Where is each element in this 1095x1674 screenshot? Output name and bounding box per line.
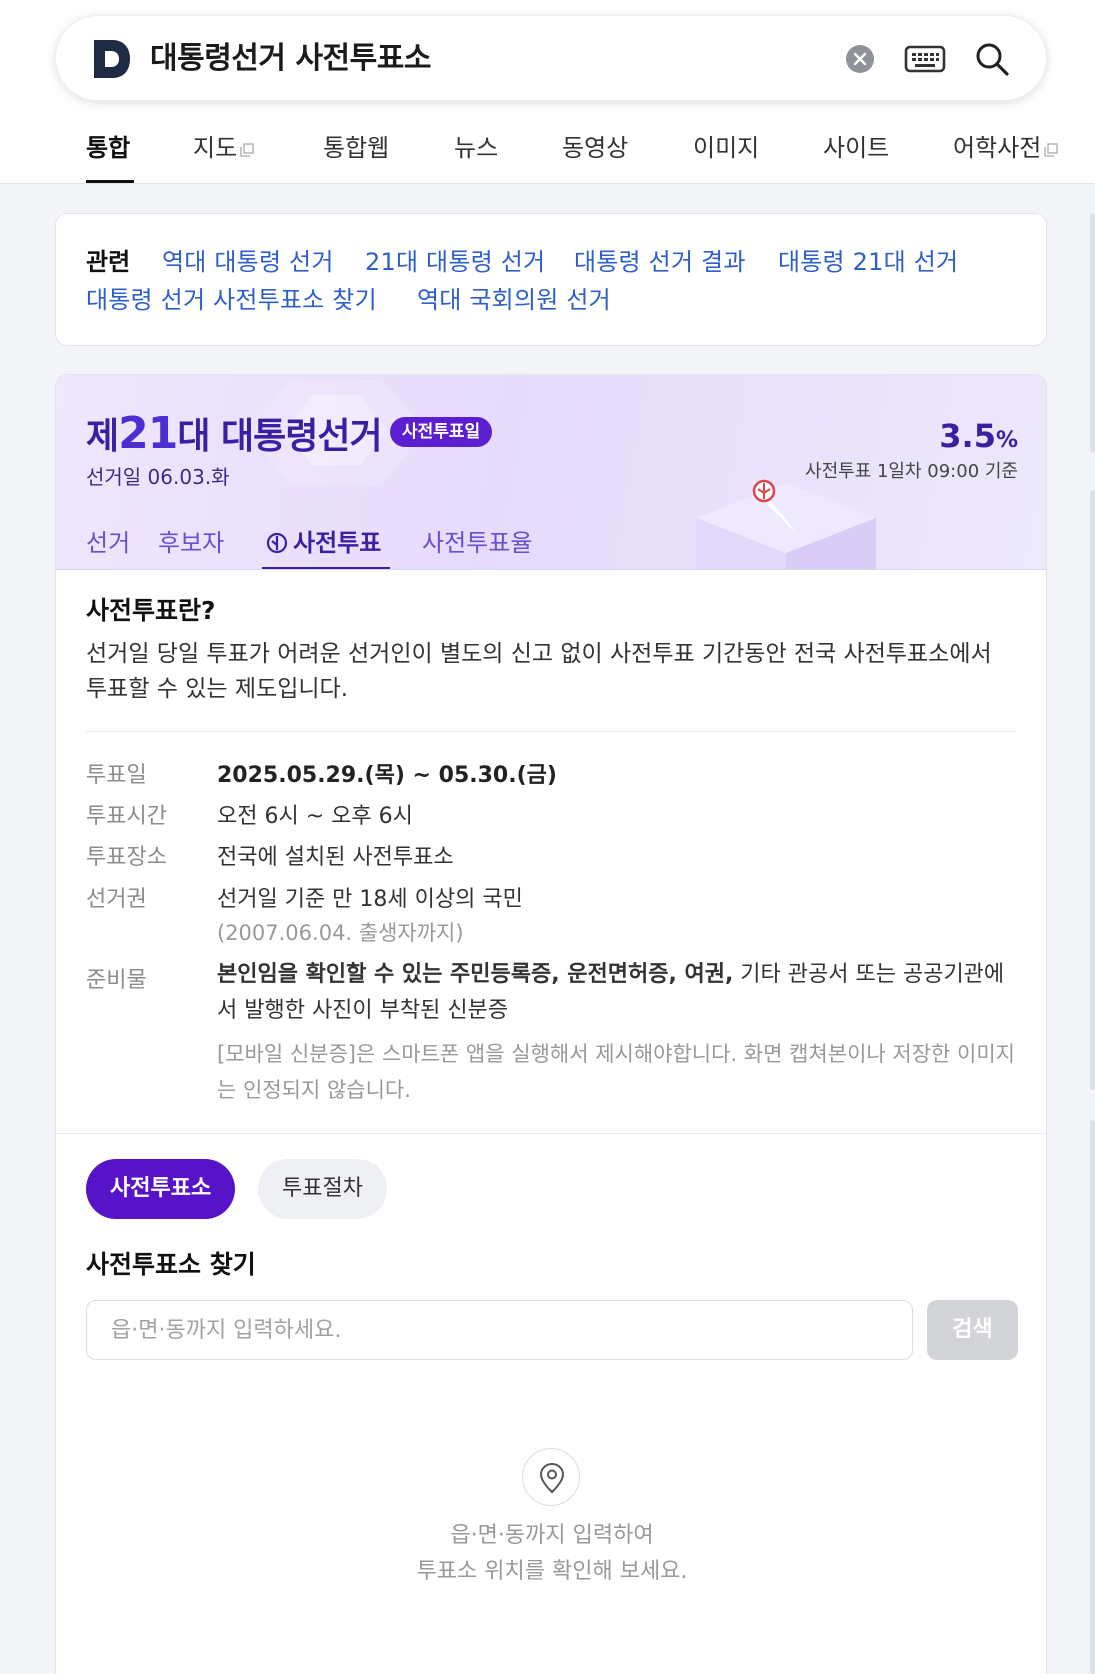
- divider: [86, 731, 1016, 732]
- about-description: 선거일 당일 투표가 어려운 선거인이 별도의 신고 없이 사전투표 기간동안 …: [86, 641, 992, 702]
- related-link[interactable]: 21대 대통령 선거: [365, 242, 545, 277]
- side-card-edge: [1090, 1120, 1095, 1674]
- election-card: 제21대 대통령선거 사전투표일 선거일 06.03.화 3.5% 사전투표 1…: [55, 374, 1047, 1674]
- tab-label: 어학사전: [953, 134, 1042, 162]
- subtab-label: 후보자: [158, 529, 225, 557]
- voting-right-sub: (2007.06.04. 출생자까지): [217, 921, 464, 945]
- related-link[interactable]: 대통령 선거 결과: [574, 242, 746, 277]
- preparation-label: 준비물: [86, 968, 147, 993]
- early-voting-badge: 사전투표일: [390, 417, 493, 447]
- related-link[interactable]: 역대 대통령 선거: [162, 242, 334, 277]
- mobile-id-note: [모바일 신분증]은 스마트폰 앱을 실행해서 제시해야합니다. 화면 캡쳐본이…: [217, 1042, 1015, 1102]
- tab-map[interactable]: 지도: [193, 128, 254, 163]
- election-banner: 제21대 대통령선거 사전투표일 선거일 06.03.화 3.5% 사전투표 1…: [56, 375, 1046, 570]
- daum-logo-icon[interactable]: [92, 38, 132, 80]
- active-tab-indicator: [86, 180, 134, 183]
- election-title: 제21대 대통령선거: [86, 407, 383, 459]
- subtab-election[interactable]: 선거: [86, 523, 130, 558]
- tab-label: 통합웹: [323, 134, 390, 162]
- vote-stamp-icon: [266, 532, 288, 554]
- title-prefix: 제: [86, 416, 119, 457]
- keyboard-icon[interactable]: [904, 44, 946, 74]
- tab-news[interactable]: 뉴스: [454, 128, 498, 163]
- external-link-icon: [1044, 143, 1058, 157]
- vote-place-value: 전국에 설치된 사전투표소: [217, 845, 454, 870]
- title-number: 21: [118, 408, 178, 459]
- voting-right-value: 선거일 기준 만 18세 이상의 국민: [217, 887, 523, 912]
- related-link[interactable]: 역대 국회의원 선거: [417, 280, 611, 315]
- about-heading: 사전투표란?: [86, 596, 216, 625]
- ballot-box-illustration: [696, 478, 876, 569]
- empty-message-line2: 투표소 위치를 확인해 보세요.: [416, 1559, 688, 1584]
- tab-label: 사이트: [823, 134, 890, 162]
- search-bar[interactable]: 대통령선거 사전투표소: [55, 15, 1047, 101]
- search-icon[interactable]: [973, 40, 1011, 78]
- vote-date-label: 투표일: [86, 763, 147, 788]
- header: 대통령선거 사전투표소 통합 지도 통합웹 뉴스 동영상 이미지 사이트 어학사…: [0, 0, 1095, 184]
- tab-video[interactable]: 동영상: [562, 128, 628, 163]
- related-title: 관련: [86, 248, 131, 276]
- turnout-value: 3.5: [939, 417, 996, 455]
- side-card-edge: [1090, 490, 1095, 1090]
- finder-heading: 사전투표소 찾기: [86, 1250, 256, 1279]
- pill-voting-procedure[interactable]: 투표절차: [258, 1159, 387, 1219]
- clear-icon[interactable]: [846, 45, 874, 73]
- location-search-input[interactable]: [86, 1300, 913, 1360]
- subtab-early-voting[interactable]: 사전투표: [266, 523, 381, 558]
- turnout-unit: %: [995, 428, 1018, 453]
- turnout-note: 사전투표 1일차 09:00 기준: [805, 461, 1018, 482]
- empty-message-line1: 읍·면·동까지 입력하여: [450, 1523, 654, 1548]
- tab-image[interactable]: 이미지: [693, 128, 759, 163]
- title-suffix: 대 대통령선거: [177, 416, 382, 457]
- location-pin-icon: [522, 1448, 580, 1506]
- related-link[interactable]: 대통령 선거 사전투표소 찾기: [86, 280, 377, 315]
- subtab-label: 사전투표: [293, 529, 382, 557]
- election-date: 선거일 06.03.화: [86, 465, 230, 489]
- tab-web[interactable]: 통합웹: [323, 128, 389, 163]
- tab-label: 뉴스: [454, 134, 499, 162]
- related-searches: 관련 역대 대통령 선거 21대 대통령 선거 대통령 선거 결과 대통령 21…: [55, 213, 1047, 346]
- tab-label: 통합: [86, 134, 131, 162]
- vote-place-label: 투표장소: [86, 845, 167, 870]
- vote-time-value: 오전 6시 ~ 오후 6시: [217, 804, 413, 829]
- side-card-edge: [1090, 213, 1095, 453]
- tab-site[interactable]: 사이트: [823, 128, 889, 163]
- external-link-icon: [240, 143, 254, 157]
- voting-right-label: 선거권: [86, 887, 147, 912]
- subtab-turnout[interactable]: 사전투표율: [422, 523, 532, 558]
- preparation-value: 본인임을 확인할 수 있는 주민등록증, 운전면허증, 여권, 기타 관공서 또…: [217, 957, 1017, 1029]
- related-link[interactable]: 대통령 21대 선거: [778, 242, 958, 277]
- subtab-candidates[interactable]: 후보자: [158, 523, 224, 558]
- subtab-label: 사전투표율: [422, 529, 533, 557]
- tab-label: 동영상: [562, 134, 629, 162]
- tab-label: 지도: [193, 134, 238, 162]
- pill-early-voting-places[interactable]: 사전투표소: [86, 1159, 236, 1219]
- turnout-rate: 3.5%: [939, 417, 1018, 455]
- tab-integrated[interactable]: 통합: [86, 128, 130, 163]
- tab-dictionary[interactable]: 어학사전: [953, 128, 1058, 163]
- active-subtab-indicator: [262, 567, 390, 569]
- vote-time-label: 투표시간: [86, 804, 167, 829]
- search-query[interactable]: 대통령선거 사전투표소: [150, 16, 431, 102]
- divider: [56, 1133, 1046, 1134]
- search-tabs: 통합 지도 통합웹 뉴스 동영상 이미지 사이트 어학사전: [0, 118, 1095, 184]
- subtab-label: 선거: [86, 529, 131, 557]
- preparation-required: 본인임을 확인할 수 있는 주민등록증, 운전면허증, 여권,: [217, 962, 734, 987]
- vote-date-value: 2025.05.29.(목) ~ 05.30.(금): [217, 763, 557, 788]
- location-search-button[interactable]: 검색: [927, 1300, 1018, 1360]
- tab-label: 이미지: [693, 134, 760, 162]
